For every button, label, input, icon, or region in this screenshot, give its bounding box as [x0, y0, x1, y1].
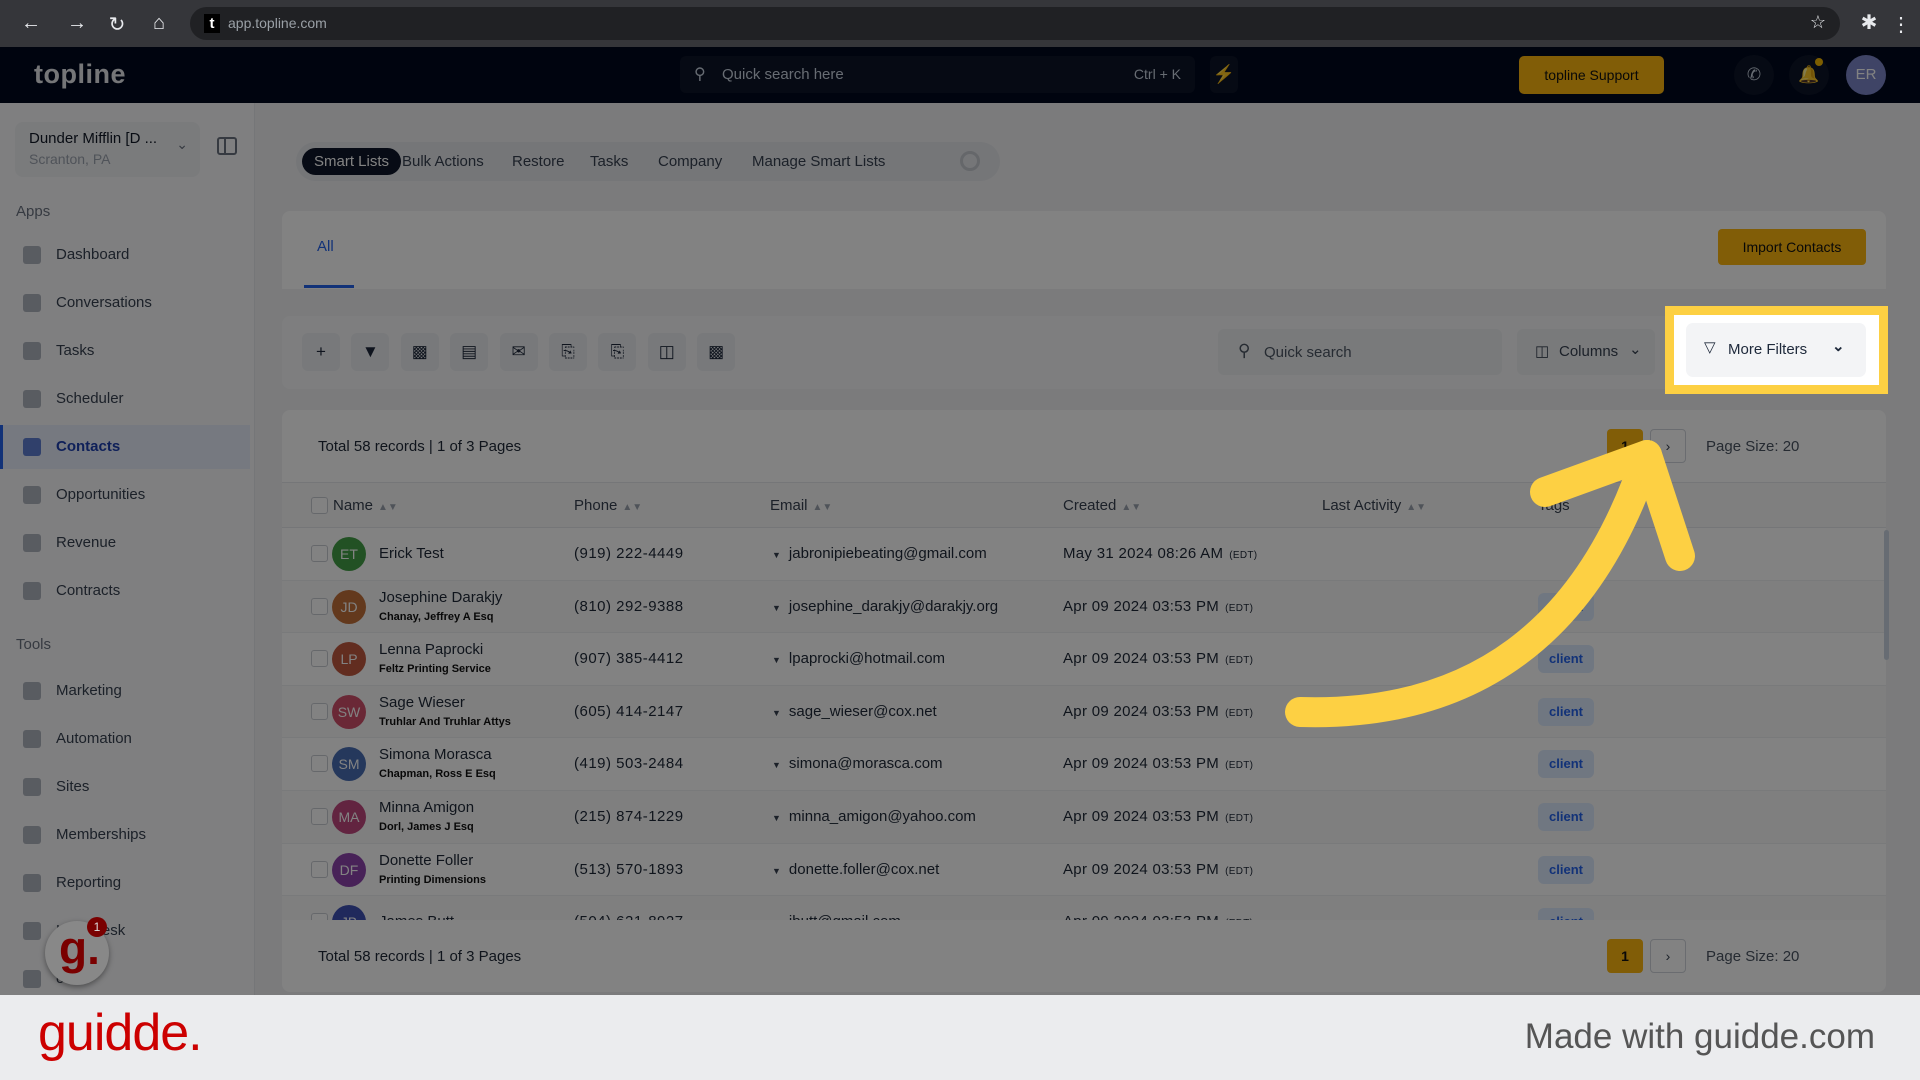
- guidde-logo: guidde.: [38, 1004, 203, 1062]
- guidde-footer: guidde. Made with guidde.com: [0, 995, 1920, 1080]
- made-with-text: Made with guidde.com: [1524, 1017, 1875, 1056]
- pointer-arrow: [1285, 440, 1695, 728]
- arrow-shaft: [1285, 440, 1662, 728]
